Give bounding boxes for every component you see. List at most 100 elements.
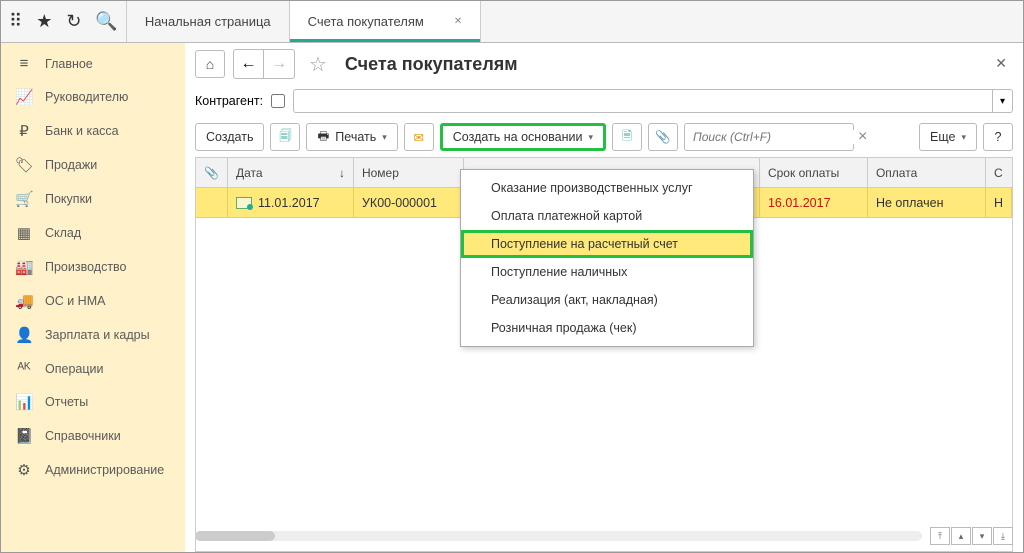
filter-label: Контрагент: <box>195 94 263 108</box>
menu-label: Поступление на расчетный счет <box>491 237 678 251</box>
sidebar-item-assets[interactable]: 🚚ОС и НМА <box>1 284 185 318</box>
button-label: Создать на основании <box>453 130 583 144</box>
col-date[interactable]: Дата↓ <box>228 158 354 187</box>
clear-search-icon[interactable]: × <box>858 128 867 146</box>
menu-item[interactable]: Реализация (акт, накладная) <box>461 286 753 314</box>
col-label: Оплата <box>876 166 917 180</box>
scroll-track[interactable] <box>195 531 922 541</box>
menu-item[interactable]: Розничная продажа (чек) <box>461 314 753 342</box>
menu-item[interactable]: Поступление наличных <box>461 258 753 286</box>
sidebar-item-catalogs[interactable]: 📓Справочники <box>1 419 185 453</box>
home-button[interactable]: ⌂ <box>195 50 225 78</box>
menu-label: Поступление наличных <box>491 265 627 279</box>
menu-item[interactable]: Оплата платежной картой <box>461 202 753 230</box>
sort-down-icon: ↓ <box>339 166 345 180</box>
sidebar: ≡Главное 📈Руководителю ₽Банк и касса 🏷Пр… <box>1 43 185 552</box>
close-page-icon[interactable]: ✕ <box>995 55 1007 72</box>
sidebar-item-warehouse[interactable]: ▦ Склад <box>1 216 185 250</box>
menu-label: Розничная продажа (чек) <box>491 321 637 335</box>
create-based-on-button[interactable]: Создать на основании ▾ <box>440 123 606 151</box>
contractor-input[interactable] <box>293 89 993 113</box>
col-due-date[interactable]: Срок оплаты <box>760 158 868 187</box>
gear-icon: ⚙ <box>15 461 33 479</box>
sidebar-item-operations[interactable]: ᴬᴷ Операции <box>1 352 185 385</box>
search-icon[interactable]: 🔍 <box>95 11 117 32</box>
nav-arrows: ← → <box>233 49 295 79</box>
factory-icon: 🏭 <box>15 258 33 276</box>
tab-start-page[interactable]: Начальная страница <box>127 1 290 42</box>
tab-bar: ⠿ ★ ↻ 🔍 Начальная страница Счета покупат… <box>1 1 1023 43</box>
journal-icon: ᴬᴷ <box>15 360 33 377</box>
scroll-up-icon[interactable]: ▴ <box>951 527 971 545</box>
attach-button[interactable]: 📎 <box>648 123 678 151</box>
more-button[interactable]: Еще▾ <box>919 123 977 151</box>
star-icon[interactable]: ★ <box>36 11 52 32</box>
document-button[interactable]: 🗎 <box>612 123 642 151</box>
ruble-icon: ₽ <box>15 122 33 140</box>
sidebar-item-label: Зарплата и кадры <box>45 328 150 342</box>
col-number[interactable]: Номер <box>354 158 464 187</box>
horizontal-scrollbar: ⤒ ▴ ▾ ⤓ <box>195 528 1013 544</box>
mail-button[interactable]: ✉ <box>404 123 434 151</box>
scroll-last-icon[interactable]: ⤓ <box>993 527 1013 545</box>
tab-label: Счета покупателям <box>308 14 424 29</box>
sidebar-item-admin[interactable]: ⚙ Администрирование <box>1 453 185 487</box>
filter-checkbox[interactable] <box>271 94 285 108</box>
sidebar-item-reports[interactable]: 📊Отчеты <box>1 385 185 419</box>
print-button[interactable]: 🖶Печать▾ <box>306 123 397 151</box>
menu-label: Реализация (акт, накладная) <box>491 293 658 307</box>
tab-label: Начальная страница <box>145 14 271 29</box>
sidebar-item-label: Производство <box>45 260 127 274</box>
sidebar-item-salary[interactable]: 👤Зарплата и кадры <box>1 318 185 352</box>
cart-icon: 🛒 <box>15 190 33 208</box>
menu-label: Оплата платежной картой <box>491 209 642 223</box>
sidebar-item-sales[interactable]: 🏷Продажи <box>1 148 185 182</box>
cell-value: 11.01.2017 <box>258 196 320 210</box>
menu-item-selected[interactable]: Поступление на расчетный счет <box>461 230 753 258</box>
tag-icon: 🏷 <box>15 156 33 174</box>
col-label: Номер <box>362 166 399 180</box>
menu-item[interactable]: Оказание производственных услуг <box>461 174 753 202</box>
page-title: Счета покупателям <box>345 54 518 75</box>
menu-label: Оказание производственных услуг <box>491 181 693 195</box>
scroll-first-icon[interactable]: ⤒ <box>930 527 950 545</box>
caret-icon: ▾ <box>382 132 387 143</box>
create-button[interactable]: Создать <box>195 123 265 151</box>
button-label: Создать <box>206 130 254 144</box>
col-attachment[interactable]: 📎 <box>196 158 228 187</box>
col-extra[interactable]: С <box>986 158 1012 187</box>
tab-accounts[interactable]: Счета покупателям ✕ <box>290 1 482 42</box>
sidebar-item-bank[interactable]: ₽ Банк и касса <box>1 114 185 148</box>
scroll-down-icon[interactable]: ▾ <box>972 527 992 545</box>
sidebar-item-label: Справочники <box>45 429 121 443</box>
sidebar-item-label: Администрирование <box>45 463 164 477</box>
sidebar-item-purchases[interactable]: 🛒Покупки <box>1 182 185 216</box>
grid-icon: ▦ <box>15 224 33 242</box>
sidebar-item-label: Руководителю <box>45 90 128 104</box>
sidebar-item-production[interactable]: 🏭 Производство <box>1 250 185 284</box>
nav-forward-button[interactable]: → <box>264 50 294 78</box>
scroll-thumb[interactable] <box>195 531 275 541</box>
apps-icon[interactable]: ⠿ <box>9 11 22 32</box>
nav-back-button[interactable]: ← <box>234 50 264 78</box>
col-payment[interactable]: Оплата <box>868 158 986 187</box>
truck-icon: 🚚 <box>15 292 33 310</box>
copy-button[interactable]: 🗐 <box>270 123 300 151</box>
search-input[interactable] <box>685 130 858 144</box>
favorite-icon[interactable]: ☆ <box>309 52 327 77</box>
cell-value: Не оплачен <box>876 196 944 210</box>
contractor-dropdown-button[interactable]: ▾ <box>993 89 1013 113</box>
sidebar-item-main[interactable]: ≡Главное <box>1 47 185 80</box>
sidebar-item-label: Операции <box>45 362 103 376</box>
sidebar-item-label: Склад <box>45 226 81 240</box>
caret-icon: ▾ <box>588 132 593 143</box>
clip-icon: 📎 <box>204 166 219 180</box>
button-label: Печать <box>335 130 376 144</box>
close-icon[interactable]: ✕ <box>454 16 462 27</box>
help-button[interactable]: ? <box>983 123 1013 151</box>
col-label: Срок оплаты <box>768 166 839 180</box>
cell-value: УК00-000001 <box>362 196 437 210</box>
history-icon[interactable]: ↻ <box>66 11 81 32</box>
sidebar-item-label: Банк и касса <box>45 124 119 138</box>
sidebar-item-manager[interactable]: 📈Руководителю <box>1 80 185 114</box>
